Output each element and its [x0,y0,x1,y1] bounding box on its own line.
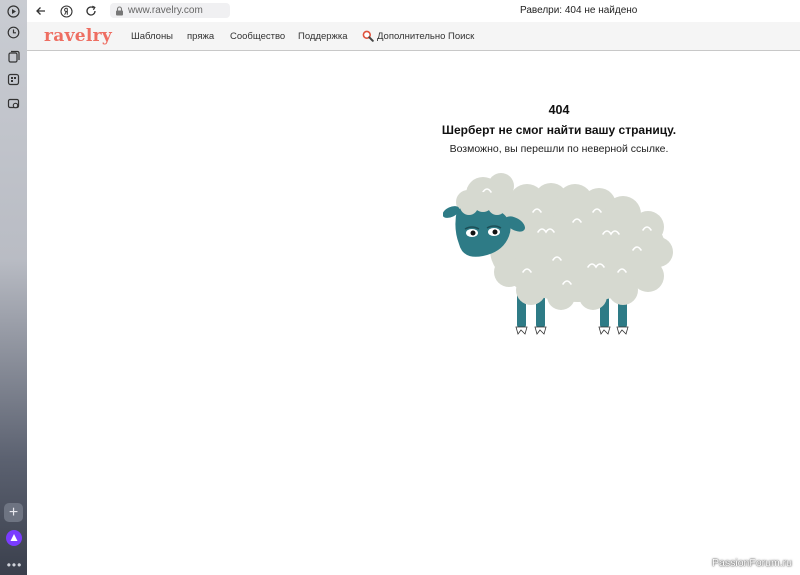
reload-icon[interactable] [84,4,98,18]
watermark: PassionForum.ru [712,557,792,569]
screenshot-icon[interactable] [6,96,21,111]
tabs-icon[interactable] [6,72,21,87]
site-nav: ravelry Шаблоны пряжа Сообщество Поддерж… [27,22,800,51]
error-subtitle: Возможно, вы перешли по неверной ссылке. [449,143,669,155]
nav-patterns[interactable]: Шаблоны [131,31,173,42]
address-bar[interactable]: www.ravelry.com [110,3,230,18]
yandex-icon[interactable] [59,4,73,18]
error-title: Шерберт не смог найти вашу страницу. [441,123,677,137]
add-panel-icon[interactable]: + [4,503,23,522]
lock-icon [115,5,125,16]
more-icon[interactable]: ••• [7,557,22,572]
nav-advanced-search[interactable]: Дополнительно Поиск [377,31,474,42]
error-page: 404 Шерберт не смог найти вашу страницу.… [27,51,800,575]
ravelry-logo[interactable]: ravelry [44,26,112,46]
error-code: 404 [548,103,570,117]
nav-yarn[interactable]: пряжа [187,31,214,42]
sheep-illustration [443,173,673,335]
url-text: www.ravelry.com [128,5,203,16]
history-icon[interactable] [6,25,21,40]
collections-icon[interactable] [6,49,21,64]
play-icon[interactable] [6,4,21,19]
browser-sidebar: + ••• [0,0,27,575]
nav-community[interactable]: Сообщество [230,31,285,42]
browser-toolbar: www.ravelry.com Равелри: 404 не найдено [27,0,800,23]
alice-assistant-icon[interactable] [6,530,22,546]
nav-support[interactable]: Поддержка [298,31,348,42]
back-icon[interactable] [34,4,48,18]
search-icon[interactable] [362,30,374,42]
tab-title: Равелри: 404 не найдено [520,5,638,16]
